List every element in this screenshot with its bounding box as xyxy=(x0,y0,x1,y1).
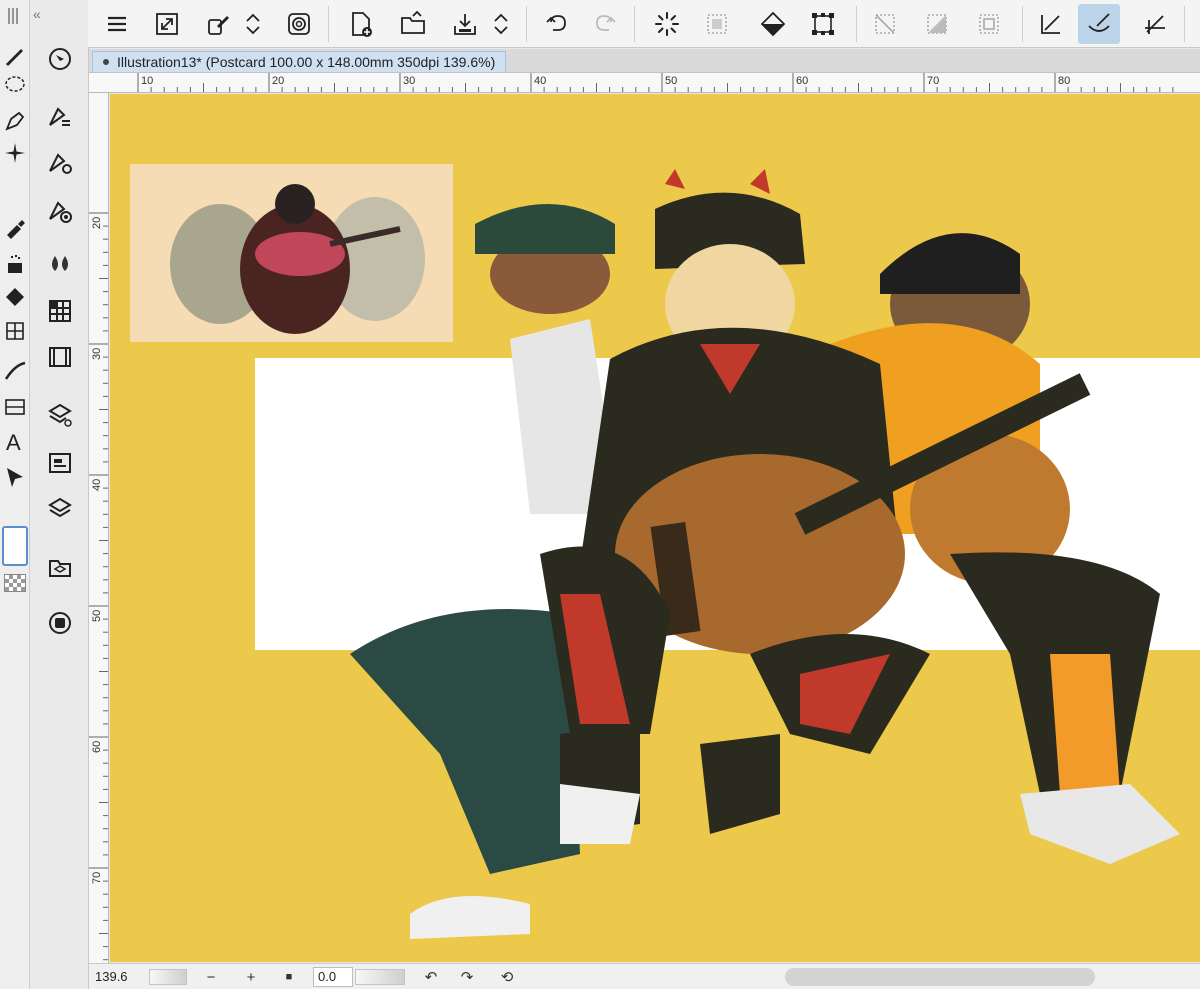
panel-collapse-icon[interactable] xyxy=(0,6,30,26)
expand-arrows-icon[interactable] xyxy=(238,4,268,44)
ruler-label: 70 xyxy=(91,871,103,884)
status-bar: 139.6 − + ■ 0.0 ↶ ↷ ⟲ xyxy=(89,963,1200,989)
brush-icon[interactable] xyxy=(1078,4,1120,44)
material-folder-icon[interactable] xyxy=(43,550,77,584)
ruler-label: 20 xyxy=(91,216,103,229)
fit-canvas-icon[interactable] xyxy=(146,4,188,44)
ruler-label: 60 xyxy=(796,75,809,87)
document-tab-title: Illustration13* (Postcard 100.00 x 148.0… xyxy=(117,54,496,70)
ruler-label: 40 xyxy=(534,75,547,87)
command-bar xyxy=(88,0,1200,48)
save-options-icon[interactable] xyxy=(486,4,516,44)
rotate-left-button[interactable]: ↶ xyxy=(421,967,441,987)
zoom-value[interactable]: 139.6 xyxy=(95,969,128,984)
marker-icon[interactable] xyxy=(0,212,30,242)
ruler-label: 60 xyxy=(91,740,103,753)
document-tab[interactable]: Illustration13* (Postcard 100.00 x 148.0… xyxy=(92,51,507,72)
tool-strip: A xyxy=(0,0,30,989)
ruler-label: 40 xyxy=(91,478,103,491)
ruler-draw-icon[interactable] xyxy=(1030,4,1072,44)
main-color-swatch[interactable] xyxy=(0,524,30,568)
pen-nib-icon[interactable] xyxy=(0,106,30,136)
color-set-icon[interactable] xyxy=(43,294,77,328)
ruler-label: 50 xyxy=(91,609,103,622)
ruler-label: 20 xyxy=(272,75,285,87)
eraser-icon[interactable] xyxy=(0,282,30,312)
tool-property-icon[interactable] xyxy=(43,100,77,134)
ruler-label: 50 xyxy=(665,75,678,87)
frame-border-icon[interactable] xyxy=(0,392,30,422)
object-select-icon[interactable] xyxy=(0,462,30,492)
panel-column: « xyxy=(31,0,89,989)
layers-icon[interactable] xyxy=(43,492,77,526)
deselect-icon xyxy=(864,4,906,44)
rotation-slider[interactable] xyxy=(355,969,405,985)
ruler-label: 10 xyxy=(141,75,154,87)
transform-icon[interactable] xyxy=(198,4,240,44)
text-tool-icon[interactable]: A xyxy=(0,426,30,456)
airbrush-icon[interactable] xyxy=(0,250,30,280)
horizontal-scrollbar[interactable] xyxy=(785,968,1095,986)
ruler-label: 30 xyxy=(91,347,103,360)
reset-rotation-button[interactable]: ⟲ xyxy=(497,967,517,987)
svg-text:A: A xyxy=(6,430,21,453)
auto-action-icon[interactable] xyxy=(43,606,77,640)
selection-dotted-icon xyxy=(696,4,738,44)
clip-studio-window: A « Illustration13* (Postcard 100.00 x 1… xyxy=(0,0,1200,989)
perspective-icon[interactable] xyxy=(1134,4,1176,44)
spiral-icon[interactable] xyxy=(278,4,320,44)
animation-timeline-icon[interactable] xyxy=(43,340,77,374)
rotation-angle-field[interactable]: 0.0 xyxy=(313,967,353,987)
loading-spinner-icon[interactable] xyxy=(646,4,688,44)
artwork-illustration xyxy=(130,164,1200,939)
ruler-label: 70 xyxy=(927,75,940,87)
sparkle-icon[interactable] xyxy=(0,138,30,168)
fit-screen-button[interactable]: ■ xyxy=(279,967,299,987)
ruler-vertical: 20 30 40 50 60 70 xyxy=(89,93,109,963)
layer-property-icon[interactable] xyxy=(43,398,77,432)
zoom-out-button[interactable]: − xyxy=(201,967,221,987)
undo-icon[interactable] xyxy=(536,4,578,44)
transform-box-icon[interactable] xyxy=(802,4,844,44)
zoom-slider[interactable] xyxy=(149,969,187,985)
frame-icon xyxy=(968,4,1010,44)
unsaved-dot-icon xyxy=(103,59,109,65)
brush-size-icon[interactable] xyxy=(43,194,77,228)
ruler-horizontal: 10 20 30 40 50 60 70 80 xyxy=(89,73,1200,93)
transparent-color-swatch[interactable] xyxy=(0,572,30,594)
ruler-label: 30 xyxy=(403,75,416,87)
ruler-label: 80 xyxy=(1058,75,1071,87)
reference-image xyxy=(130,164,453,342)
mask-icon xyxy=(916,4,958,44)
ruler-horizontal-ticks xyxy=(137,73,1174,92)
menu-icon[interactable] xyxy=(96,4,138,44)
pen-tool-icon[interactable] xyxy=(0,40,30,70)
sub-tool-detail-icon[interactable] xyxy=(43,146,77,180)
fill-bucket-icon[interactable] xyxy=(752,4,794,44)
gradient-icon[interactable] xyxy=(0,356,30,386)
navigator-icon[interactable] xyxy=(43,42,77,76)
fill-grid-icon[interactable] xyxy=(0,316,30,346)
document-tab-bar: Illustration13* (Postcard 100.00 x 148.0… xyxy=(89,49,1200,73)
redo-icon xyxy=(584,4,626,44)
lasso-tool-icon[interactable] xyxy=(0,70,30,100)
drawing-canvas[interactable] xyxy=(110,94,1200,962)
new-file-icon[interactable] xyxy=(340,4,382,44)
collapse-chevrons-icon[interactable]: « xyxy=(33,6,41,22)
layer-search-icon[interactable] xyxy=(43,446,77,480)
save-icon[interactable] xyxy=(444,4,486,44)
rotate-right-button[interactable]: ↷ xyxy=(457,967,477,987)
color-circle-icon[interactable] xyxy=(43,248,77,282)
open-folder-icon[interactable] xyxy=(392,4,434,44)
zoom-in-button[interactable]: + xyxy=(241,967,261,987)
